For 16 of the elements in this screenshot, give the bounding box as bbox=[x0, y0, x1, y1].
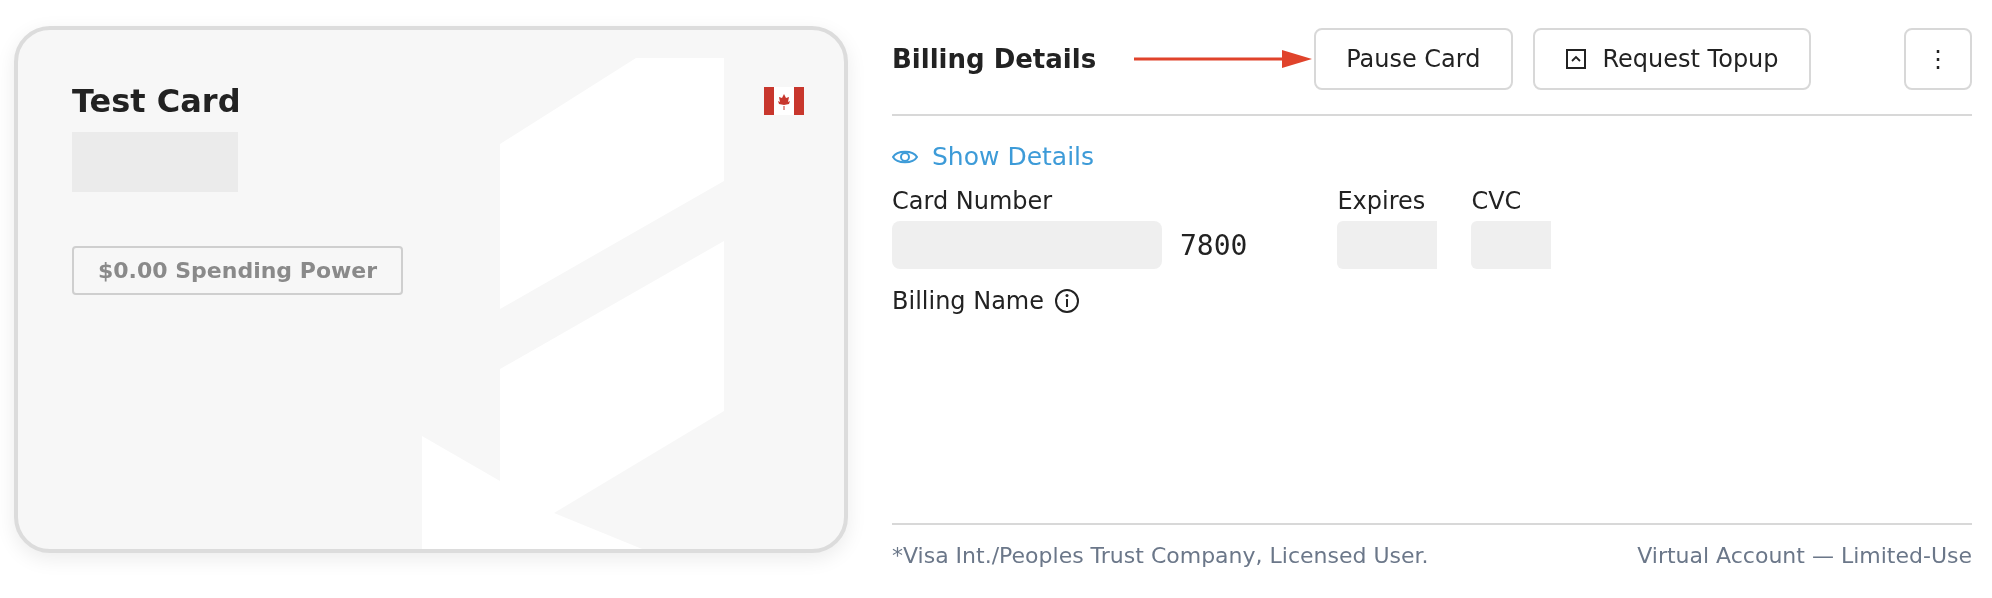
more-button[interactable]: ⋮ bbox=[1904, 28, 1972, 90]
action-button[interactable]: Pause Card bbox=[1314, 28, 1513, 90]
field-label: CVC bbox=[1471, 187, 1523, 215]
card-title: Test Card bbox=[72, 82, 241, 120]
info-icon[interactable] bbox=[1054, 288, 1080, 314]
footer-note: *Visa Int./Peoples Trust Company, Licensed User. bbox=[892, 543, 1429, 568]
field-label: Billing Name bbox=[892, 287, 1044, 315]
collapse-icon bbox=[1564, 48, 1587, 70]
field-label: Card Number bbox=[892, 187, 1054, 215]
spending-power-badge: $0.00 Spending Power bbox=[72, 246, 404, 295]
footer-note: Virtual Account — Limited-Use bbox=[1637, 543, 1972, 568]
field-label: Expires bbox=[1337, 187, 1427, 215]
section-title: Billing Details bbox=[892, 44, 1097, 74]
canada-flag-icon bbox=[764, 87, 804, 115]
action-button[interactable]: Request Topup bbox=[1532, 28, 1811, 90]
card-number-last-digits: 7800 bbox=[1180, 228, 1248, 262]
